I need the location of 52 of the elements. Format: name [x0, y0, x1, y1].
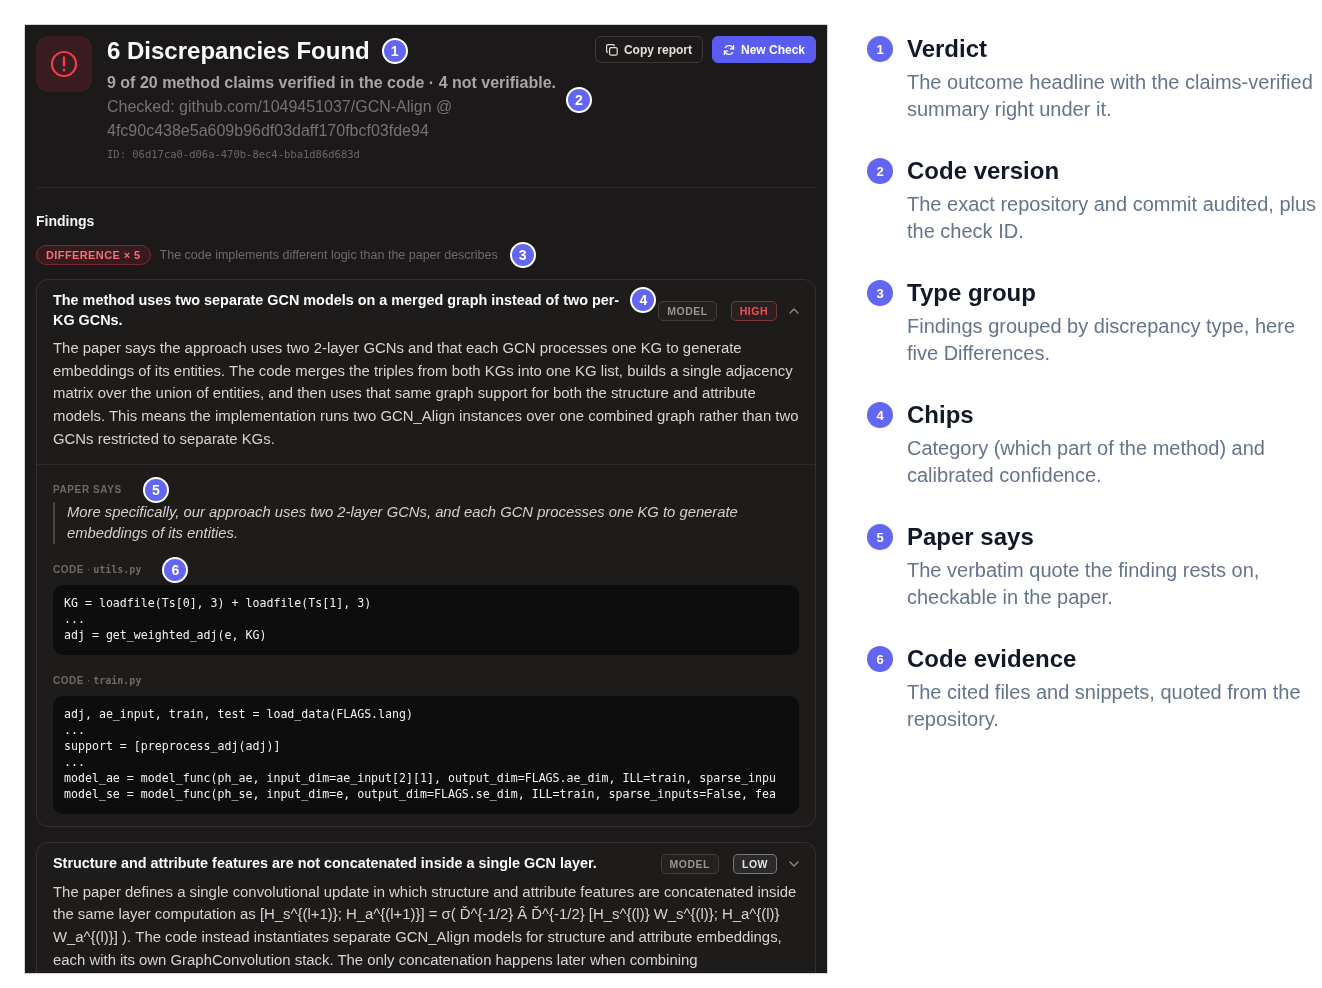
legend-title: Code evidence [907, 645, 1078, 673]
legend-title: Paper says [907, 523, 1035, 551]
finding-explanation: The paper says the approach uses two 2-layer GCNs and that each GCN processes one KG to generate embeddings of its entities. The code merges the triples from both KGs into one KG list, builds a single adjacency matrix over the union of entities, and then uses that same graph support for both the structure and attribute models. This means the implementation runs two GCN_Align instances over one combined graph rather than two GCNs restricted to separate KGs. [53, 339, 799, 449]
refresh-icon [722, 43, 735, 56]
callout-marker: 2 [566, 87, 592, 113]
type-badge: DIFFERENCE × 5 [36, 245, 151, 265]
alert-icon [36, 36, 92, 92]
evidence-label: PAPER SAYS [53, 483, 122, 496]
category-chip: MODEL [660, 853, 719, 874]
code-file-label: CODE · utils.py [53, 563, 142, 576]
step-number: 6 [867, 646, 893, 672]
callout-marker: 5 [142, 476, 169, 503]
legend-description: Category (which part of the method) and calibrated confidence. [907, 436, 1266, 488]
paper-quote: More specifically, our approach uses two 2-layer GCNs, and each GCN processes one KG to generate embeddings of its entities. [53, 501, 799, 544]
step-number: 5 [867, 524, 893, 550]
legend-title: Type group [907, 279, 1037, 307]
callout-marker: 1 [381, 38, 408, 64]
chevron-up-icon[interactable] [789, 307, 799, 314]
legend-description: The exact repository and commit audited, plus the check ID. [907, 192, 1318, 244]
category-chip: MODEL [658, 300, 717, 321]
legend-description: The outcome headline with the claims-verified summary right under it. [907, 70, 1314, 122]
legend-title: Code version [907, 157, 1061, 185]
check-id: ID: 06d17ca0-d06a-470b-8ec4-bba1d86d683d [107, 147, 361, 162]
code-block: KG = loadfile(Ts[0], 3) + loadfile(Ts[1], 3) ... adj = get_weighted_adj(e, KG) [53, 584, 799, 655]
copy-report-button[interactable]: Copy report [594, 36, 703, 63]
new-check-button[interactable]: New Check [711, 36, 816, 63]
finding-title: The method uses two separate GCN models on a merged graph instead of two per-KG GCNs. [53, 291, 621, 330]
legend-description: The cited files and snippets, quoted from the repository. [907, 680, 1302, 732]
finding-explanation: The paper defines a single convolutional update in which structure and attribute features are concatenated inside the same layer computation as [H_s^{(l+1)}; H_a^{(l+1)}] = σ( Ď^{-1/2} Â Ď^{-1/2} [H_s^{(l)} W_s^{(l)}; H_a^{(l)} W_a^{(l)}] ). The code instead instantiates separate GCN_Align models for structure and attribute embeddings, each with its own GraphConvolution stack. The only concatenation happens later when combining [53, 882, 798, 970]
step-number: 1 [867, 36, 893, 62]
group-description: The code implements different logic than the paper describes [159, 247, 498, 263]
callout-marker: 3 [509, 242, 536, 268]
chevron-down-icon[interactable] [789, 860, 799, 867]
callout-marker: 4 [630, 286, 657, 313]
legend-description: Findings grouped by discrepancy type, here five Differences. [907, 314, 1296, 366]
repo-commit-text: Checked: github.com/1049451037/GCN-Align @ 4fc90c438e5a609b96df03daff170fbcf03fde94 [107, 97, 454, 141]
code-block: adj, ae_input, train, test = load_data(FLAGS.lang) ... support = [preprocess_adj(adj)] ... model_ae = model_func(ph_ae, input_dim=ae_input[2][1], output_dim=FLAGS.ae_dim, ILL=train, sparse_inpu model_se = model_func(ph_se, input_dim=e, output_dim=FLAGS.se_dim, ILL=train, sparse_inputs=False, fea [53, 695, 799, 814]
callout-marker: 6 [162, 556, 189, 583]
confidence-chip: HIGH [730, 300, 777, 321]
step-number: 2 [867, 158, 893, 184]
confidence-chip: LOW [733, 853, 777, 874]
summary-text: 9 of 20 method claims verified in the code · 4 not verifiable. [107, 73, 556, 93]
code-file-label: CODE · train.py [53, 674, 142, 687]
legend-title: Verdict [907, 35, 989, 63]
findings-heading: Findings [36, 212, 96, 230]
copy-icon [605, 43, 618, 56]
legend-title: Chips [907, 401, 975, 429]
legend-description: The verbatim quote the finding rests on, checkable in the paper. [907, 558, 1261, 610]
step-number: 4 [867, 402, 893, 428]
finding-title: Structure and attribute features are not concatenated inside a single GCN layer. [53, 853, 598, 873]
step-number: 3 [867, 280, 893, 306]
report-title: 6 Discrepancies Found [107, 36, 370, 66]
